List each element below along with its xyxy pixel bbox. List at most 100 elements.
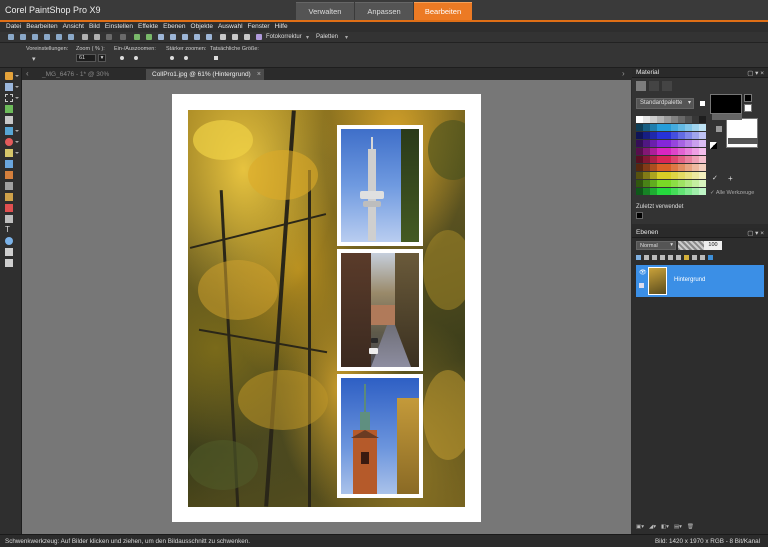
color-swatch[interactable] (664, 172, 671, 179)
paletten-menu[interactable]: Paletten (316, 34, 338, 40)
all-tools-checkbox[interactable]: ✓ Alle Werkzeuge (710, 190, 754, 196)
menu-hilfe[interactable]: Hilfe (275, 22, 288, 32)
opacity-slider[interactable] (678, 241, 704, 250)
transparent-icon[interactable] (710, 142, 717, 149)
color-swatch[interactable] (671, 124, 678, 131)
zoom-more-button-2[interactable] (184, 56, 188, 60)
color-swatch[interactable] (664, 124, 671, 131)
palette-select[interactable]: Standardpalette ▾ (636, 98, 694, 109)
texture-toggles-2[interactable] (728, 138, 758, 144)
link-icon[interactable] (708, 255, 713, 260)
menu-bearbeiten[interactable]: Bearbeiten (26, 22, 57, 32)
color-swatch[interactable] (699, 188, 706, 195)
delete-layer-icon[interactable] (700, 255, 705, 260)
color-swatch[interactable] (650, 148, 657, 155)
color-swatch[interactable] (636, 124, 643, 131)
color-swatch[interactable] (692, 188, 699, 195)
texture-toggles[interactable] (712, 114, 742, 120)
lock-icon[interactable] (684, 255, 689, 260)
zoom-in-icon[interactable] (170, 34, 176, 40)
color-swatch[interactable] (657, 156, 664, 163)
menu-objekte[interactable]: Objekte (191, 22, 213, 32)
color-swatches[interactable] (636, 116, 706, 196)
color-swatch[interactable] (699, 148, 706, 155)
color-swatch[interactable] (664, 148, 671, 155)
new-raster-layer-icon[interactable]: ▣▾ (636, 524, 644, 532)
color-swatch[interactable] (657, 148, 664, 155)
color-swatch[interactable] (692, 164, 699, 171)
color-swatch[interactable] (678, 180, 685, 187)
color-swatch[interactable] (692, 148, 699, 155)
brush-tool-icon[interactable] (5, 193, 13, 201)
color-swatch[interactable] (650, 172, 657, 179)
color-swatch[interactable] (650, 140, 657, 147)
zoom-in-out-button[interactable] (120, 56, 124, 60)
tab-anpassen[interactable]: Anpassen (355, 2, 413, 20)
color-swatch[interactable] (650, 180, 657, 187)
color-swatch[interactable] (685, 188, 692, 195)
color-swatch[interactable] (657, 140, 664, 147)
palette-tab-icon[interactable] (636, 81, 646, 91)
plus-icon[interactable]: + (728, 174, 733, 183)
color-swatch[interactable] (685, 156, 692, 163)
image-document[interactable] (172, 94, 481, 522)
color-swatch[interactable] (685, 140, 692, 147)
color-swatch[interactable] (678, 164, 685, 171)
opacity-input[interactable]: 100 (704, 241, 722, 250)
color-swatch[interactable] (685, 164, 692, 171)
color-swatch[interactable] (678, 188, 685, 195)
color-swatch[interactable] (671, 132, 678, 139)
zoom-100-icon[interactable] (194, 34, 200, 40)
tool-flyout-arrow[interactable] (15, 86, 19, 88)
red-eye-tool-icon[interactable] (5, 138, 13, 146)
background-swatch-small[interactable] (744, 104, 752, 112)
color-swatch[interactable] (643, 180, 650, 187)
color-swatch[interactable] (678, 156, 685, 163)
color-swatch[interactable] (650, 116, 657, 123)
palette-option-icon[interactable] (700, 101, 705, 106)
color-swatch[interactable] (664, 140, 671, 147)
tool-flyout-arrow[interactable] (15, 130, 19, 132)
color-swatch[interactable] (692, 180, 699, 187)
trash-icon[interactable]: 🗑 (687, 524, 694, 532)
chevron-down-icon[interactable]: ▾ (306, 34, 309, 41)
color-swatch[interactable] (636, 148, 643, 155)
color-swatch[interactable] (692, 156, 699, 163)
smudge-tool-icon[interactable] (5, 160, 13, 168)
shape-tool-icon[interactable] (5, 237, 13, 245)
merge-icon[interactable] (676, 255, 681, 260)
color-swatch[interactable] (671, 180, 678, 187)
layer-lock-icon[interactable] (639, 283, 644, 288)
color-swatch[interactable] (650, 164, 657, 171)
new-vector-layer-icon[interactable]: ◢▾ (649, 524, 656, 532)
paint-brush-icon[interactable] (5, 171, 13, 179)
menu-fenster[interactable]: Fenster (248, 22, 270, 32)
color-swatch[interactable] (657, 132, 664, 139)
color-swatch[interactable] (650, 156, 657, 163)
color-swatch[interactable] (699, 172, 706, 179)
color-swatch[interactable] (671, 140, 678, 147)
color-swatch[interactable] (685, 180, 692, 187)
zoom-out-icon[interactable] (182, 34, 188, 40)
color-swatch[interactable] (671, 188, 678, 195)
color-swatch[interactable] (692, 172, 699, 179)
color-swatch[interactable] (636, 180, 643, 187)
panel-buttons[interactable]: ▢ ▾ × (747, 69, 764, 77)
color-swatch[interactable] (699, 140, 706, 147)
tab-verwalten[interactable]: Verwalten (296, 2, 354, 20)
info-icon[interactable] (256, 34, 262, 40)
menu-einstellen[interactable]: Einstellen (105, 22, 133, 32)
color-swatch[interactable] (643, 172, 650, 179)
dropper-tool-icon[interactable] (5, 105, 13, 113)
resize-icon[interactable] (220, 34, 226, 40)
tool-flyout-arrow[interactable] (15, 141, 19, 143)
color-swatch[interactable] (685, 132, 692, 139)
pattern-tab-icon[interactable] (662, 81, 672, 91)
save-icon[interactable] (32, 34, 38, 40)
color-swatch[interactable] (636, 156, 643, 163)
delete-icon[interactable] (120, 34, 126, 40)
color-swatch[interactable] (636, 132, 643, 139)
rotate-icon[interactable] (232, 34, 238, 40)
crop-canvas-icon[interactable] (244, 34, 250, 40)
new-group-icon[interactable]: ▤▾ (674, 524, 682, 532)
